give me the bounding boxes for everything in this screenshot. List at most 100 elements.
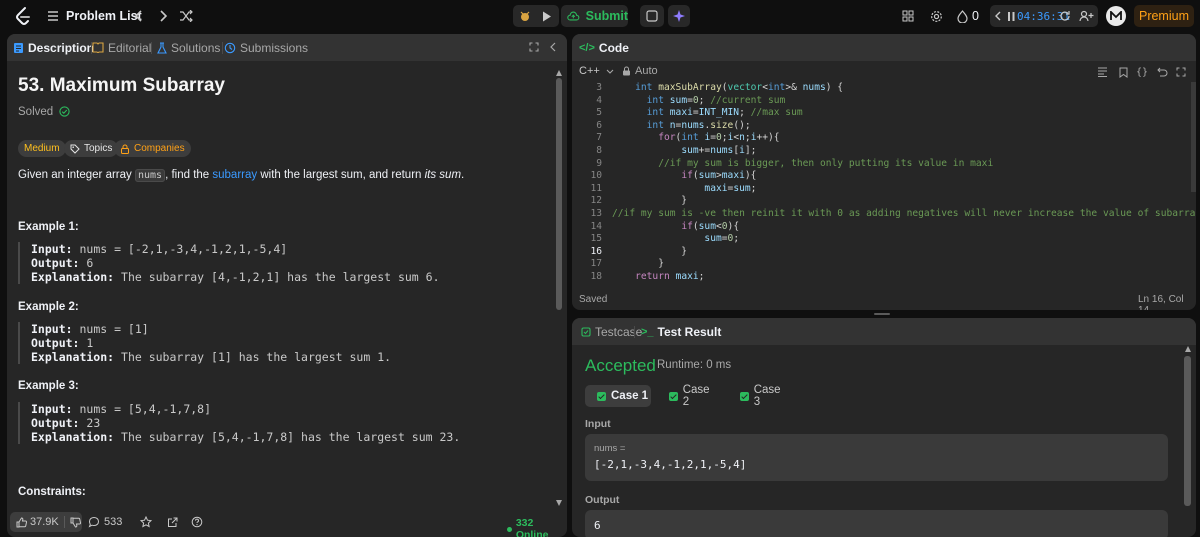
document-icon xyxy=(14,42,23,53)
scroll-up-icon[interactable] xyxy=(1185,346,1191,352)
tab-submissions[interactable]: Submissions xyxy=(224,34,308,61)
result-scrollbar[interactable] xyxy=(1184,356,1191,506)
code-brackets-icon: </> xyxy=(579,41,595,54)
solved-status: Solved xyxy=(18,106,71,118)
description-footer: 37.9K 533 332 Online xyxy=(7,507,567,537)
chevron-left-icon[interactable] xyxy=(132,8,146,24)
list-icon[interactable] xyxy=(46,9,60,23)
format-icon[interactable] xyxy=(1096,66,1108,78)
maximize-icon[interactable] xyxy=(528,41,540,53)
case-tab-2[interactable]: Case 2 xyxy=(658,384,718,408)
cursor-position: Ln 16, Col 14 xyxy=(1138,294,1184,310)
line-number: 13 xyxy=(590,207,602,219)
braces-icon[interactable]: {} xyxy=(1135,66,1149,78)
problem-title: 53. Maximum Subarray xyxy=(18,75,225,96)
premium-button[interactable]: Premium xyxy=(1134,5,1194,27)
comment-icon xyxy=(88,516,100,528)
tab-label: Testcase xyxy=(595,324,643,339)
example-output: Output: 1 xyxy=(31,336,94,350)
difficulty-badge[interactable]: Medium xyxy=(18,140,66,157)
example-title: Example 2: xyxy=(18,301,79,313)
layout-icon[interactable] xyxy=(900,9,916,23)
thumbs-up-icon[interactable] xyxy=(16,516,27,528)
tab-test-result[interactable]: >_ Test Result xyxy=(641,318,721,345)
streak-flame-icon[interactable] xyxy=(955,8,969,24)
expand-icon[interactable] xyxy=(1175,66,1187,78)
test-result-panel: Testcase >_ Test Result Accepted Runtime… xyxy=(572,318,1196,537)
comments-button[interactable]: 533 xyxy=(88,516,122,528)
chevron-down-icon xyxy=(606,69,614,74)
output-label: Output xyxy=(585,494,620,506)
line-number: 12 xyxy=(590,195,602,207)
scroll-up-icon[interactable] xyxy=(556,70,562,76)
like-count: 37.9K xyxy=(30,516,59,528)
description-panel: Description Editorial Solutions Submissi… xyxy=(7,34,567,537)
example-block: Input: nums = [-2,1,-3,4,-1,2,1,-5,4] Ou… xyxy=(18,242,548,284)
language-select[interactable]: C++ xyxy=(579,65,614,77)
ai-sparkle-icon[interactable] xyxy=(668,5,690,27)
tab-solutions[interactable]: Solutions xyxy=(157,34,220,61)
topics-chip[interactable]: Topics xyxy=(64,140,119,157)
submit-label: Submit xyxy=(585,9,628,23)
tab-label: Submissions xyxy=(240,40,309,55)
reset-icon[interactable] xyxy=(1058,9,1072,23)
leetcode-logo[interactable] xyxy=(13,6,33,26)
help-icon[interactable] xyxy=(190,515,204,529)
case-tab-1[interactable]: Case 1 xyxy=(585,385,651,407)
auto-label: Auto xyxy=(635,65,658,77)
collapse-left-icon[interactable] xyxy=(548,41,558,53)
like-dislike-group: 37.9K xyxy=(10,512,82,532)
desc-text: , find the xyxy=(165,169,213,181)
flask-icon xyxy=(157,41,167,54)
pause-icon[interactable] xyxy=(1007,10,1015,22)
checkbox-icon xyxy=(581,326,591,337)
input-label: Input xyxy=(585,418,611,430)
case-tab-3[interactable]: Case 3 xyxy=(729,384,789,408)
tag-icon xyxy=(70,144,80,154)
note-icon[interactable] xyxy=(640,5,664,27)
auto-mode[interactable]: Auto xyxy=(622,65,658,77)
solved-label: Solved xyxy=(18,106,54,118)
tab-code[interactable]: </> Code xyxy=(579,34,629,61)
avatar[interactable] xyxy=(1106,6,1126,26)
tab-label: Solutions xyxy=(171,40,221,55)
star-icon[interactable] xyxy=(139,515,153,529)
case-label: Case 2 xyxy=(682,384,710,408)
gear-icon[interactable] xyxy=(928,8,944,24)
code-editor[interactable]: int maxSubArray(vector<int>& nums) { int… xyxy=(612,82,1196,284)
submit-button[interactable]: Submit xyxy=(561,5,628,27)
scroll-down-icon[interactable] xyxy=(556,500,562,506)
example-output: Output: 23 xyxy=(31,416,101,430)
example-title: Example 1: xyxy=(18,221,79,233)
line-number: 8 xyxy=(596,144,602,156)
line-numbers: 3 4 5 6 7 8 9 10 11 12 13 14 15 16 17 18 xyxy=(572,82,602,284)
case-label: Case 3 xyxy=(753,384,781,408)
share-icon[interactable] xyxy=(165,515,179,529)
chevron-right-icon[interactable] xyxy=(156,8,170,24)
subarray-link[interactable]: subarray xyxy=(212,169,257,181)
run-button[interactable] xyxy=(538,7,556,25)
bookmark-icon[interactable] xyxy=(1117,66,1129,78)
line-number: 7 xyxy=(596,132,602,144)
chevron-left-icon[interactable] xyxy=(993,9,1003,23)
debug-icon[interactable] xyxy=(516,7,534,25)
description-scrollbar[interactable] xyxy=(556,78,562,310)
example-title: Example 3: xyxy=(18,380,79,392)
verdict: Accepted xyxy=(585,356,656,375)
line-number: 4 xyxy=(596,94,602,106)
thumbs-down-icon[interactable] xyxy=(70,517,81,528)
resize-handle[interactable] xyxy=(874,313,890,315)
tab-editorial[interactable]: Editorial xyxy=(92,34,151,61)
line-number: 9 xyxy=(596,157,602,169)
shuffle-icon[interactable] xyxy=(178,8,194,24)
problem-list-link[interactable]: Problem List xyxy=(66,9,142,23)
code-panel: </> Code C++ Auto {} 3 4 5 6 7 8 9 10 11 12 13 14 15… xyxy=(572,34,1196,310)
input-box: nums = [-2,1,-3,4,-1,2,1,-5,4] xyxy=(585,434,1168,481)
code-scrollbar[interactable] xyxy=(1191,82,1196,192)
save-status: Saved xyxy=(579,294,608,305)
check-icon xyxy=(740,391,749,401)
companies-chip[interactable]: Companies xyxy=(114,140,191,157)
undo-icon[interactable] xyxy=(1156,66,1168,78)
tab-description[interactable]: Description xyxy=(13,34,94,61)
add-user-icon[interactable] xyxy=(1078,9,1094,23)
